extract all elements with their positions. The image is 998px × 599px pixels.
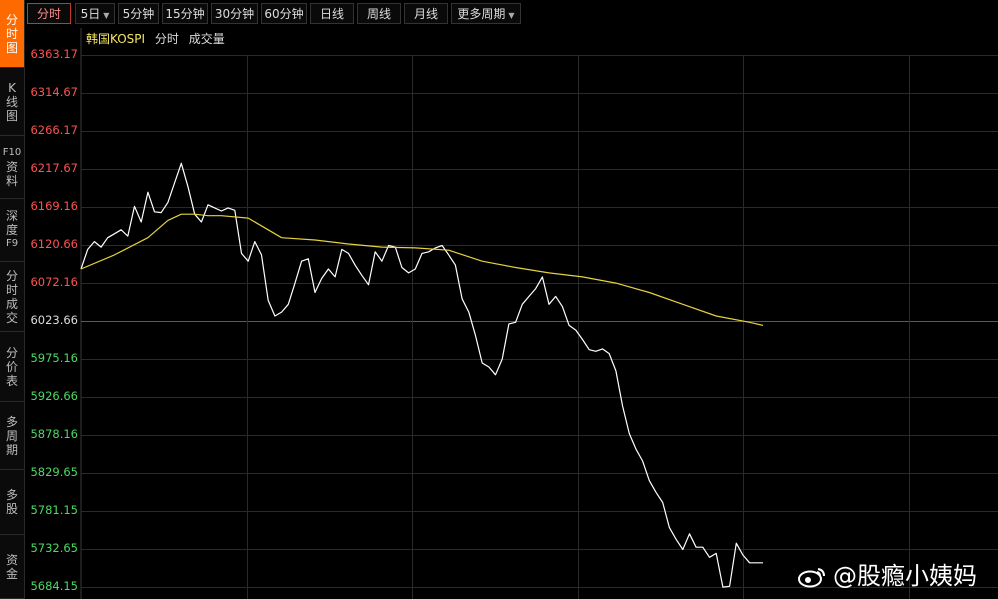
period-60min-button[interactable]: 60分钟: [261, 3, 307, 24]
y-tick-label: 5829.65: [30, 465, 78, 479]
period-daily-button[interactable]: 日线: [310, 3, 354, 24]
tab-label-char: 分: [5, 268, 18, 283]
period-5min-button[interactable]: 5分钟: [118, 3, 159, 24]
watermark: @股瘾小姨妈: [797, 560, 977, 592]
y-tick-label: 6363.17: [30, 47, 78, 61]
tab-label-char: 时: [5, 26, 18, 41]
tab-intraday[interactable]: 分时图: [0, 0, 24, 68]
tab-label-char: 度: [5, 223, 18, 237]
chart-legend: 韩国KOSPI 分时 成交量: [86, 31, 225, 47]
tab-label-char: 分: [5, 345, 18, 360]
chevron-down-icon[interactable]: ▼: [103, 11, 109, 20]
y-tick-label: 6120.66: [30, 237, 78, 251]
period-monthly-button[interactable]: 月线: [404, 3, 448, 24]
y-tick-label: 6169.16: [30, 199, 78, 213]
tab-label-char: 成: [5, 296, 18, 311]
y-tick-label: 5684.15: [30, 579, 78, 593]
y-tick-label: 6023.66: [30, 313, 78, 327]
period-label: 5分钟: [122, 7, 155, 21]
period-label: 更多周期: [457, 7, 506, 21]
watermark-text: @股瘾小姨妈: [833, 562, 977, 590]
period-label: 月线: [413, 7, 438, 21]
tab-label-char: 时: [5, 282, 18, 297]
y-tick-label: 6266.17: [30, 123, 78, 137]
tab-label-char: 股: [5, 502, 18, 516]
intraday-chart[interactable]: [0, 0, 998, 599]
tab-multi-period[interactable]: 多周期: [0, 402, 24, 470]
period-label: 15分钟: [165, 7, 205, 21]
tab-time-sales[interactable]: 分时成交: [0, 262, 24, 332]
tab-label-char: 金: [5, 566, 18, 581]
average-price-line: [80, 213, 764, 326]
y-tick-label: 5732.65: [30, 541, 78, 555]
period-label: 60分钟: [264, 7, 304, 21]
tab-label-char: 周: [5, 428, 18, 443]
tab-label-char: 图: [5, 40, 18, 55]
period-label: 5日: [80, 7, 101, 21]
tab-f10[interactable]: F10 资料: [0, 136, 24, 199]
weibo-icon: [798, 568, 825, 588]
y-tick-label: 5926.66: [30, 389, 78, 403]
period-label: 日线: [319, 7, 344, 21]
tab-depth[interactable]: 深度 F9: [0, 199, 24, 262]
y-tick-label: 6314.67: [30, 85, 78, 99]
period-weekly-button[interactable]: 周线: [357, 3, 401, 24]
tab-label-char: 交: [5, 310, 18, 325]
period-30min-button[interactable]: 30分钟: [211, 3, 258, 24]
tab-label-char: 线: [5, 94, 18, 109]
tab-label-char: 价: [5, 359, 18, 374]
period-5day-button[interactable]: 5日 ▼: [75, 3, 115, 24]
period-label: 30分钟: [214, 7, 255, 21]
tab-label-char: K: [8, 80, 16, 95]
period-label: 周线: [366, 7, 391, 21]
y-tick-label: 6217.67: [30, 161, 78, 175]
chevron-down-icon[interactable]: ▼: [508, 11, 514, 20]
period-15min-button[interactable]: 15分钟: [162, 3, 208, 24]
y-tick-label: 6072.16: [30, 275, 78, 289]
y-tick-label: 5975.16: [30, 351, 78, 365]
tab-capital[interactable]: 资金: [0, 535, 24, 599]
view-tab-bar: 分时图 K 线图 F10 资料深度 F9 分时成交分价表多周期多股资金: [0, 0, 25, 599]
y-tick-label: 5878.16: [30, 427, 78, 441]
tab-label-char: 表: [5, 373, 18, 388]
tab-label-char: 资: [5, 552, 18, 567]
legend-item-volume[interactable]: 成交量: [189, 32, 225, 46]
tab-label-char: 图: [5, 108, 18, 123]
tab-label-char: 多: [5, 414, 18, 429]
legend-item-intraday[interactable]: 分时: [155, 32, 179, 46]
y-tick-label: 5781.15: [30, 503, 78, 517]
tab-label-char: 多: [5, 488, 18, 502]
tab-label-char: F9: [5, 238, 19, 249]
tab-label-char: 深: [5, 209, 18, 223]
price-line: [80, 162, 763, 588]
tab-label-char: 分: [5, 12, 18, 27]
period-toolbar: 分时 5日 ▼ 5分钟 15分钟 30分钟 60分钟 日线 周线 月线 更多周期 ▼: [25, 0, 998, 28]
period-more-button[interactable]: 更多周期 ▼: [451, 3, 521, 24]
tab-label-char: 料: [5, 174, 18, 188]
tab-label-char: 期: [5, 442, 18, 457]
tab-kline[interactable]: K线图: [0, 68, 24, 136]
tab-label-char: F10: [2, 147, 22, 158]
index-name[interactable]: 韩国KOSPI: [86, 32, 145, 46]
tab-label-char: 资: [5, 160, 18, 174]
tab-multi-stock[interactable]: 多股: [0, 470, 24, 535]
tab-price-table[interactable]: 分价表: [0, 332, 24, 402]
price-axis: 6363.17 6314.67 6266.17 6217.67 6169.16 6120.…: [25, 0, 80, 599]
